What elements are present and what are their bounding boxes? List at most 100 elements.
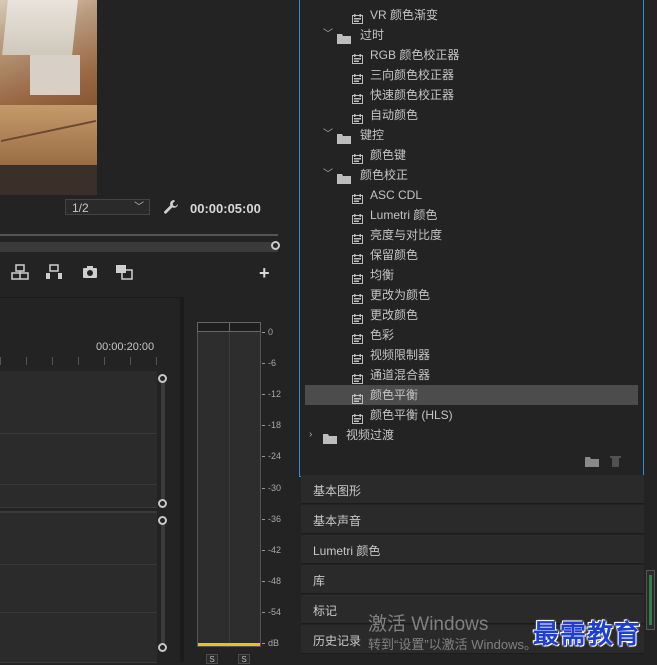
effects-folder[interactable]: ﹀ 键控 [305,125,638,145]
effect-icon [352,250,363,264]
audio-track[interactable] [0,539,157,565]
effect-item[interactable]: VR 颜色渐变 [305,5,638,25]
chevron-down-icon[interactable]: ﹀ [323,25,333,45]
add-button[interactable]: + [259,263,270,284]
effect-label: ASC CDL [370,188,423,202]
timeline-ruler[interactable] [0,357,158,365]
peak-indicator[interactable] [197,322,261,332]
effect-item[interactable]: RGB 颜色校正器 [305,45,638,65]
timeline-audio-scrollbar[interactable] [161,521,165,646]
effects-folder[interactable]: ﹀ 颜色校正 [305,165,638,185]
preview-object [2,0,78,55]
effect-label: 保留颜色 [370,248,419,262]
new-bin-icon[interactable] [585,456,599,467]
scroll-handle-bottom[interactable] [158,643,167,652]
audio-track[interactable] [0,613,157,663]
scroll-handle-top[interactable] [158,374,167,383]
effect-item[interactable]: 自动颜色 [305,105,638,125]
effect-label: 三向颜色校正器 [370,68,455,82]
panel-tab[interactable]: 基本图形 [301,475,644,504]
effect-label: 更改颜色 [370,308,419,322]
panel-tab[interactable]: 库 [301,565,644,594]
effect-item[interactable]: 视频限制器 [305,345,638,365]
effect-label: 自动颜色 [370,108,419,122]
chevron-right-icon[interactable]: › [309,425,312,445]
effect-label: 更改为颜色 [370,288,431,302]
effect-item[interactable]: 更改颜色 [305,305,638,325]
effect-item[interactable]: 三向颜色校正器 [305,65,638,85]
effect-item[interactable]: 更改为颜色 [305,285,638,305]
trash-icon[interactable] [610,455,621,467]
folder-label: 视频过渡 [346,428,395,442]
effect-item[interactable]: ASC CDL [305,185,638,205]
video-track[interactable] [0,371,157,434]
effect-icon [352,310,363,324]
db-label: -36 [268,513,282,524]
resolution-select[interactable]: 1/2 ﹀ [65,199,150,215]
scroll-handle-top[interactable] [158,516,167,525]
effect-item[interactable]: 通道混合器 [305,365,638,385]
effect-icon [352,330,363,344]
effect-label: 通道混合器 [370,368,431,382]
effect-item[interactable]: 颜色平衡 (HLS) [305,405,638,425]
effect-item[interactable]: 亮度与对比度 [305,225,638,245]
camera-icon[interactable] [81,264,99,280]
effect-item[interactable]: 快速颜色校正器 [305,85,638,105]
effect-item[interactable]: 颜色平衡 [305,385,638,405]
db-tick [262,363,265,365]
overwrite-icon[interactable] [45,264,63,280]
panel-tab[interactable]: 基本声音 [301,505,644,534]
panel-scrollbar[interactable] [646,570,655,630]
video-track[interactable] [0,485,157,508]
effect-label: VR 颜色渐变 [370,8,439,22]
effect-label: Lumetri 颜色 [370,208,438,222]
panel-tab-label: 库 [313,574,326,588]
effect-icon [352,110,363,124]
db-label: -30 [268,482,282,493]
effects-folder[interactable]: › 视频过渡 [305,425,638,445]
db-tick [262,394,265,396]
chevron-down-icon[interactable]: ﹀ [323,125,333,145]
folder-icon [337,170,351,184]
audio-track[interactable] [0,565,157,613]
video-track[interactable] [0,434,157,485]
panel-tab[interactable]: Lumetri 颜色 [301,535,644,564]
effect-icon [352,390,363,404]
db-tick [262,580,265,582]
timeline-ruler-time: 00:00:20:00 [96,341,155,353]
effect-item[interactable]: 颜色键 [305,145,638,165]
panel-tab-label: 标记 [313,604,338,618]
effect-label: 视频限制器 [370,348,431,362]
effect-icon [352,230,363,244]
timeline-video-scrollbar[interactable] [161,379,165,504]
effect-item[interactable]: 色彩 [305,325,638,345]
effect-icon [352,210,363,224]
effect-icon [352,290,363,304]
effect-item[interactable]: 均衡 [305,265,638,285]
effect-label: 颜色平衡 (HLS) [370,408,453,422]
db-label: -54 [268,606,282,617]
monitor-scrub-bar[interactable] [0,242,278,252]
insert-icon[interactable] [11,264,29,280]
effect-icon [352,90,363,104]
compare-icon[interactable] [115,264,133,280]
chevron-down-icon[interactable]: ﹀ [323,165,333,185]
effect-item[interactable]: Lumetri 颜色 [305,205,638,225]
scroll-handle-bottom[interactable] [158,499,167,508]
effect-icon [352,150,363,164]
db-tick [262,487,265,489]
effect-icon [352,10,363,24]
effect-item[interactable]: 保留颜色 [305,245,638,265]
effect-label: 颜色键 [370,148,407,162]
db-label: -48 [268,575,282,586]
monitor-playhead-handle[interactable] [271,241,280,250]
wrench-icon[interactable] [163,199,179,215]
effects-folder[interactable]: ﹀ 过时 [305,25,638,45]
effect-label: 色彩 [370,328,395,342]
preview-object [30,55,80,95]
audio-track[interactable] [0,511,157,541]
solo-left-button[interactable]: S [206,654,218,664]
effect-label: 亮度与对比度 [370,228,443,242]
playhead-timecode[interactable]: 00:00:05:00 [190,201,261,216]
solo-right-button[interactable]: S [238,654,250,664]
